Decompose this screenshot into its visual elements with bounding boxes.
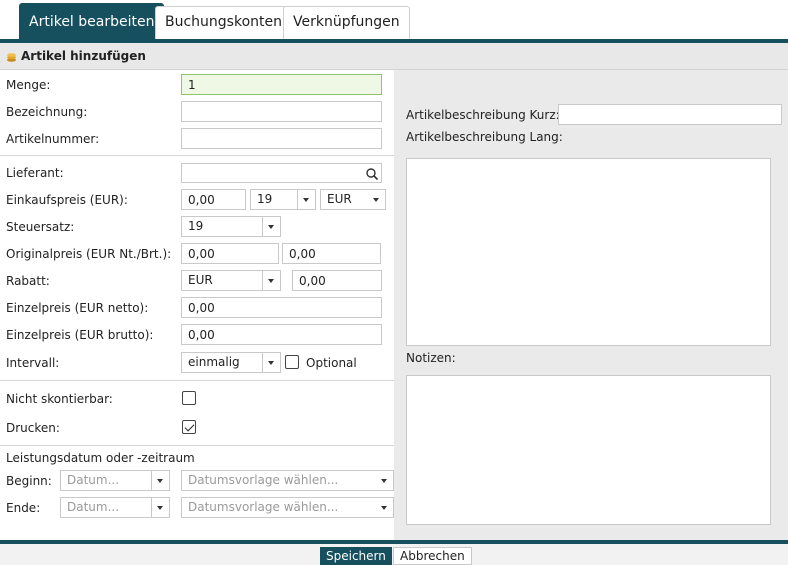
tab-verknuepfungen[interactable]: Verknüpfungen <box>283 6 410 39</box>
originalpreis-label: Originalpreis (EUR Nt./Brt.): <box>6 247 172 261</box>
rabatt-type-value: EUR <box>188 273 213 287</box>
divider <box>0 380 394 381</box>
divider <box>0 155 394 156</box>
chevron-down-icon <box>381 506 387 510</box>
lang-label: Artikelbeschreibung Lang: <box>406 130 563 144</box>
rabatt-label: Rabatt: <box>6 274 50 288</box>
lieferant-label: Lieferant: <box>6 166 64 180</box>
artikelnummer-input[interactable] <box>181 128 382 149</box>
steuersatz-label: Steuersatz: <box>6 220 75 234</box>
chevron-down-icon <box>262 271 280 290</box>
einkaufspreis-input[interactable] <box>181 189 246 210</box>
cancel-button[interactable]: Abbrechen <box>393 547 472 565</box>
divider <box>0 445 394 446</box>
originalpreis-brutto-input[interactable] <box>282 243 381 264</box>
chevron-down-icon <box>373 198 379 202</box>
ende-label: Ende: <box>6 501 41 515</box>
rabatt-input[interactable] <box>292 270 382 291</box>
nicht-skontierbar-label: Nicht skontierbar: <box>6 392 113 406</box>
intervall-label: Intervall: <box>6 356 60 370</box>
tab-buchungskonten[interactable]: Buchungskonten <box>155 6 292 39</box>
einzelpreis-brutto-input[interactable] <box>181 324 382 345</box>
intervall-value: einmalig <box>188 355 240 369</box>
chevron-down-icon <box>262 217 280 236</box>
menge-input[interactable] <box>181 74 382 95</box>
lieferant-search-button[interactable] <box>362 163 382 183</box>
einzelpreis-netto-input[interactable] <box>181 297 382 318</box>
lang-textarea[interactable] <box>406 158 771 346</box>
optional-checkbox[interactable] <box>285 355 299 369</box>
einzelpreis-brutto-label: Einzelpreis (EUR brutto): <box>6 328 154 342</box>
kurz-input[interactable] <box>558 104 782 125</box>
chevron-down-icon <box>297 190 315 209</box>
einkaufspreis-label: Einkaufspreis (EUR): <box>6 193 128 207</box>
search-icon <box>366 168 379 181</box>
chevron-down-icon <box>381 479 387 483</box>
rabatt-type-select[interactable]: EUR <box>181 270 281 291</box>
section-header: Artikel hinzufügen <box>0 43 788 70</box>
einkaufspreis-tax-value: 19 <box>257 192 273 206</box>
nicht-skontierbar-checkbox[interactable] <box>182 391 196 405</box>
drucken-label: Drucken: <box>6 421 60 435</box>
bezeichnung-label: Bezeichnung: <box>6 105 88 119</box>
beginn-date-input[interactable]: Datum... <box>60 470 170 491</box>
notizen-label: Notizen: <box>406 351 456 365</box>
kurz-label: Artikelbeschreibung Kurz: <box>406 108 560 122</box>
ende-date-placeholder: Datum... <box>67 500 120 514</box>
steuersatz-value: 19 <box>188 219 204 233</box>
originalpreis-netto-input[interactable] <box>181 243 279 264</box>
ende-vorlage-placeholder: Datumsvorlage wählen... <box>188 500 339 514</box>
drucken-checkbox[interactable] <box>182 420 196 434</box>
chevron-down-icon <box>151 498 169 517</box>
tab-artikel-bearbeiten[interactable]: Artikel bearbeiten <box>19 3 165 39</box>
einkaufspreis-tax-select[interactable]: 19 <box>250 189 316 210</box>
beginn-date-placeholder: Datum... <box>67 473 120 487</box>
notizen-textarea[interactable] <box>406 375 771 525</box>
ende-date-input[interactable]: Datum... <box>60 497 170 518</box>
einkaufspreis-currency-select[interactable]: EUR <box>320 189 386 210</box>
intervall-select[interactable]: einmalig <box>181 352 281 373</box>
steuersatz-select[interactable]: 19 <box>181 216 281 237</box>
lieferant-input[interactable] <box>181 163 363 183</box>
einzelpreis-netto-label: Einzelpreis (EUR netto): <box>6 301 149 315</box>
section-title: Artikel hinzufügen <box>21 49 146 63</box>
beginn-vorlage-placeholder: Datumsvorlage wählen... <box>188 473 339 487</box>
chevron-down-icon <box>262 353 280 372</box>
optional-label: Optional <box>306 356 357 370</box>
save-button[interactable]: Speichern <box>320 547 392 565</box>
leistung-heading: Leistungsdatum oder -zeitraum <box>6 451 195 465</box>
beginn-vorlage-select[interactable]: Datumsvorlage wählen... <box>181 470 394 491</box>
chevron-down-icon <box>151 471 169 490</box>
bezeichnung-input[interactable] <box>181 101 382 122</box>
menge-label: Menge: <box>6 78 51 92</box>
einkaufspreis-currency-value: EUR <box>327 192 352 206</box>
coins-icon <box>7 53 16 62</box>
ende-vorlage-select[interactable]: Datumsvorlage wählen... <box>181 497 394 518</box>
artikelnummer-label: Artikelnummer: <box>6 132 100 146</box>
beginn-label: Beginn: <box>6 474 52 488</box>
